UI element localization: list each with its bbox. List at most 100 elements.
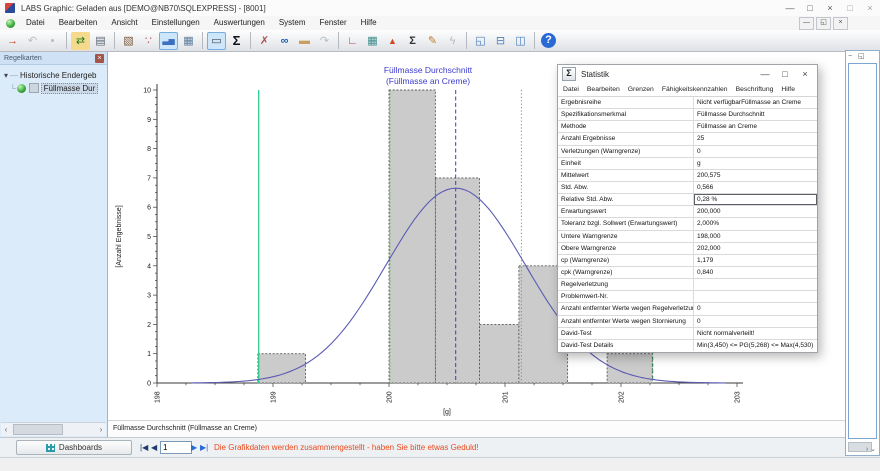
stat-value[interactable] <box>694 291 817 302</box>
child-restore-button[interactable]: ◱ <box>816 17 831 30</box>
title-bar[interactable]: LABS Graphic: Geladen aus [DEMO@NB70\SQL… <box>0 0 880 17</box>
statistik-menu-fähigkeitskennzahlen[interactable]: Fähigkeitskennzahlen <box>662 86 728 93</box>
scroll-right-icon[interactable]: › <box>96 425 106 434</box>
statistik-title-bar[interactable]: Σ Statistik — □ × <box>558 65 817 83</box>
stat-row[interactable]: Obere Warngrenze202,000 <box>558 243 817 255</box>
background-window-close-button[interactable]: × <box>860 0 880 16</box>
menu-datei[interactable]: Datei <box>19 16 52 30</box>
background-document-window[interactable]: − ◱ ▭ › ⌄ <box>845 50 880 456</box>
stat-value[interactable]: Nicht normalverteilt! <box>694 328 817 339</box>
stat-value[interactable]: 0,28 % <box>694 194 817 205</box>
menu-system[interactable]: System <box>272 16 313 30</box>
maximize-button[interactable]: □ <box>800 0 820 16</box>
stat-value[interactable]: g <box>694 158 817 169</box>
statistik-menu-datei[interactable]: Datei <box>563 86 579 93</box>
axes-chart-icon[interactable]: ∟ <box>343 32 362 50</box>
stat-value[interactable] <box>694 279 817 290</box>
report-icon[interactable]: ✎ <box>423 32 442 50</box>
stat-value[interactable]: 1,179 <box>694 255 817 266</box>
nav-next-button[interactable]: ▶ <box>191 441 197 454</box>
stat-row[interactable]: SpezifikationsmerkmalFüllmasse Durchschn… <box>558 109 817 121</box>
stat-value[interactable]: 0,566 <box>694 182 817 193</box>
chart-warning-icon[interactable]: ▲ <box>383 32 402 50</box>
scatter-chart-icon[interactable]: ∵ <box>139 32 158 50</box>
stat-value[interactable]: 202,000 <box>694 243 817 254</box>
stat-row[interactable]: cpk (Warngrenze)0,840 <box>558 267 817 279</box>
chart-table-icon[interactable]: ▦ <box>363 32 382 50</box>
dashboards-button[interactable]: Dashboards <box>16 440 132 455</box>
stat-row[interactable]: MethodeFüllmasse an Creme <box>558 121 817 133</box>
stat-row[interactable]: Anzahl entfernter Werte wegen Regelverle… <box>558 303 817 315</box>
scrollbar-thumb[interactable] <box>13 424 63 435</box>
stat-value[interactable]: Füllmasse an Creme <box>694 121 817 132</box>
stat-value[interactable]: 200,575 <box>694 170 817 181</box>
print-icon[interactable]: ▤ <box>91 32 110 50</box>
child-minimize-button[interactable]: — <box>799 17 814 30</box>
stat-row[interactable]: Anzahl Ergebnisse25 <box>558 133 817 145</box>
statistik-menu-grenzen[interactable]: Grenzen <box>628 86 654 93</box>
background-window-maximize-button[interactable]: □ <box>840 0 860 16</box>
stat-row[interactable]: ErgebnisreiheNicht verfügbarFüllmasse an… <box>558 97 817 109</box>
statistik-menu-beschriftung[interactable]: Beschriftung <box>736 86 774 93</box>
stat-row[interactable]: Einheitg <box>558 158 817 170</box>
sidebar-horizontal-scrollbar[interactable]: ‹ › <box>1 422 106 436</box>
cascade-windows-icon[interactable]: ◱ <box>471 32 490 50</box>
stat-row[interactable]: Std. Abw.0,566 <box>558 182 817 194</box>
page-number-input[interactable] <box>160 441 192 454</box>
scroll-left-icon[interactable]: ‹ <box>1 425 11 434</box>
help-icon[interactable]: ? <box>541 33 556 48</box>
binoculars-icon[interactable]: ∞ <box>275 32 294 50</box>
mini-scroll-arrow-icon[interactable]: › ⌄ <box>866 445 876 453</box>
presentation-icon[interactable]: ▭ <box>207 32 226 50</box>
tree-item-historische[interactable]: ▾ — Historische Endergeb <box>0 69 97 81</box>
stat-value[interactable]: 0,840 <box>694 267 817 278</box>
stat-value[interactable]: 25 <box>694 133 817 144</box>
stat-row[interactable]: Regelverletzung <box>558 279 817 291</box>
stat-value[interactable]: Füllmasse Durchschnitt <box>694 109 817 120</box>
nav-last-button[interactable]: ▶| <box>200 441 208 454</box>
sigma-chart-icon[interactable]: Σ <box>403 32 422 50</box>
stat-row[interactable]: David-Test DetailsMin(3,450) <= PG(5,268… <box>558 340 817 351</box>
stat-value[interactable]: Nicht verfügbarFüllmasse an Creme <box>694 97 817 108</box>
exit-icon[interactable]: → <box>3 32 22 50</box>
stat-row[interactable]: Anzahl entfernter Werte wegen Stornierun… <box>558 316 817 328</box>
nav-prev-button[interactable]: ◀ <box>151 441 157 454</box>
stat-value[interactable]: 0 <box>694 146 817 157</box>
menu-fenster[interactable]: Fenster <box>313 16 354 30</box>
nav-first-button[interactable]: |◀ <box>140 441 148 454</box>
stat-row[interactable]: Erwartungswert200,000 <box>558 206 817 218</box>
stat-row[interactable]: Mittelwert200,575 <box>558 170 817 182</box>
histogram-icon[interactable]: ▃▅ <box>159 32 178 50</box>
chart-config-icon[interactable]: ▧ <box>119 32 138 50</box>
tree-item-fuellmasse[interactable]: └ Füllmasse Dur <box>0 82 98 94</box>
statistik-close-button[interactable]: × <box>797 65 813 83</box>
stat-value[interactable]: Min(3,450) <= PG(5,268) <= Max(4,530) <box>694 340 817 351</box>
tile-vertical-icon[interactable]: ◫ <box>511 32 530 50</box>
stat-row[interactable]: Relative Std. Abw.0,28 % <box>558 194 817 206</box>
child-close-button[interactable]: × <box>833 17 848 30</box>
panel-header[interactable]: Regelkarten × <box>0 52 107 65</box>
close-button[interactable]: × <box>820 0 840 16</box>
stat-value[interactable]: 198,000 <box>694 231 817 242</box>
statistik-menu-bearbeiten[interactable]: Bearbeiten <box>587 86 620 93</box>
menu-bearbeiten[interactable]: Bearbeiten <box>52 16 105 30</box>
stat-row[interactable]: cp (Warngrenze)1,179 <box>558 255 817 267</box>
stat-value[interactable]: 0 <box>694 303 817 314</box>
stat-row[interactable]: Verletzungen (Warngrenze)0 <box>558 146 817 158</box>
sigma-icon[interactable]: Σ <box>227 32 246 50</box>
table-icon[interactable]: ▦ <box>179 32 198 50</box>
tools-icon[interactable]: ✗ <box>255 32 274 50</box>
menu-hilfe[interactable]: Hilfe <box>354 16 384 30</box>
statistik-menu-hilfe[interactable]: Hilfe <box>781 86 795 93</box>
chevron-down-icon[interactable]: ▾ <box>4 71 8 80</box>
ruler-icon[interactable]: ▬ <box>295 32 314 50</box>
menu-auswertungen[interactable]: Auswertungen <box>207 16 272 30</box>
stat-value[interactable]: 200,000 <box>694 206 817 217</box>
refresh-folder-icon[interactable]: ⇄ <box>71 32 90 50</box>
statistik-maximize-button[interactable]: □ <box>777 65 793 83</box>
stat-row[interactable]: Toleranz bzgl. Sollwert (Erwartungswert)… <box>558 218 817 230</box>
menu-einstellungen[interactable]: Einstellungen <box>145 16 207 30</box>
stat-row[interactable]: Problemwert-Nr. <box>558 291 817 303</box>
panel-close-icon[interactable]: × <box>95 54 104 63</box>
stat-value[interactable]: 0 <box>694 316 817 327</box>
